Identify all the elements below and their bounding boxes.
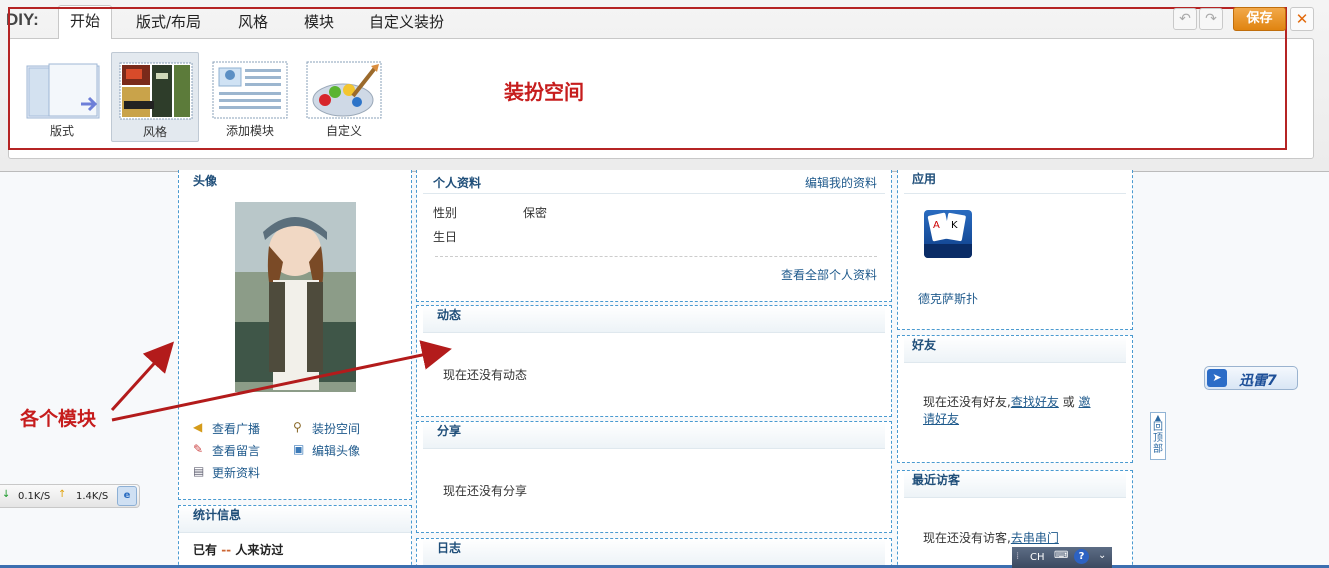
view-broadcast-link[interactable]: 查看广播 [212, 420, 260, 437]
paint-palette-icon [305, 60, 383, 120]
undo-button[interactable]: ↶ [1173, 8, 1197, 30]
edit-avatar-link[interactable]: 编辑头像 [312, 442, 360, 459]
module-title: 好友 [904, 336, 1126, 363]
thunder-bird-icon: ➤ [1207, 369, 1227, 387]
poker-app-link[interactable]: 德克萨斯扑 [918, 290, 978, 307]
tool-add-module[interactable]: 添加模块 [206, 52, 294, 142]
module-title: 动态 [423, 306, 885, 333]
svg-text:A: A [933, 220, 940, 231]
ime-language: CH [1030, 552, 1045, 563]
friends-empty: 现在还没有好友,查找好友 或 邀 请好友 [923, 394, 1123, 428]
back-top-char: 部 [1153, 444, 1163, 455]
tool-label: 自定义 [325, 124, 362, 138]
gender-label: 性别 [433, 206, 458, 220]
tool-label: 版式 [49, 124, 74, 138]
edit-profile-link[interactable]: 编辑我的资料 [805, 174, 877, 191]
view-messages-link[interactable]: 查看留言 [212, 442, 260, 459]
view-all-profile-link[interactable]: 查看全部个人资料 [781, 266, 877, 283]
svg-text:K: K [951, 220, 958, 231]
back-top-char: 顶 [1153, 433, 1163, 444]
module-title: 分享 [423, 422, 885, 449]
invite-friends-link-cont[interactable]: 请好友 [923, 412, 959, 426]
visit-around-link[interactable]: 去串串门 [1011, 531, 1059, 545]
avatar-module: 头像 ◀ 查看广播 ⚲ 装扮空间 ✎ 查看留言 ▣ 编辑头像 ▤ 更新资料 [178, 170, 412, 500]
decorate-space-link[interactable]: 装扮空间 [312, 420, 360, 437]
birthday-label: 生日 [433, 230, 458, 244]
divider [435, 256, 877, 257]
tool-style[interactable]: 风格 [111, 52, 199, 142]
blog-module: 日志 [416, 538, 892, 568]
visitors-empty: 现在还没有访客,去串串门 [923, 529, 1059, 546]
up-arrow-icon: ▲ [1154, 413, 1162, 422]
megaphone-icon: ◀ [193, 420, 203, 434]
options-icon: ⌄ [1098, 550, 1107, 561]
tool-label: 添加模块 [225, 124, 274, 138]
grip-icon: ⁞ [1016, 551, 1020, 562]
module-title: 最近访客 [904, 471, 1126, 498]
share-module: 分享 现在还没有分享 [416, 421, 892, 533]
modules-annotation: 各个模块 [20, 408, 97, 430]
redo-button[interactable]: ↷ [1199, 8, 1223, 30]
gender-value: 保密 [523, 206, 548, 220]
or-text: 或 [1062, 395, 1075, 409]
upload-arrow-icon: ↑ [58, 489, 67, 500]
visitors-empty-text: 现在还没有访客, [923, 531, 1011, 545]
module-title: 统计信息 [179, 506, 411, 533]
tool-layout[interactable]: 版式 [18, 52, 106, 142]
add-module-icon [211, 60, 289, 120]
visit-prefix: 已有 [193, 543, 218, 557]
tab-custom[interactable]: 自定义装扮 [369, 11, 444, 32]
invite-friends-link[interactable]: 邀 [1079, 395, 1091, 409]
tab-modules[interactable]: 模块 [304, 11, 334, 32]
avatar-links: ◀ 查看广播 ⚲ 装扮空间 ✎ 查看留言 ▣ 编辑头像 ▤ 更新资料 [193, 420, 403, 486]
avatar[interactable] [235, 202, 356, 412]
diy-label: DIY: [6, 10, 39, 29]
ie-icon: e [117, 486, 137, 506]
stats-module: 统计信息 已有 -- 人来访过 [178, 505, 412, 568]
save-button[interactable]: 保存 [1233, 7, 1286, 31]
decorate-space-annotation: 装扮空间 [504, 80, 584, 104]
feed-empty-text: 现在还没有动态 [443, 368, 528, 382]
module-title: 头像 [179, 170, 411, 192]
visit-stats: 已有 -- 人来访过 [179, 533, 411, 558]
tab-layout[interactable]: 版式/布局 [136, 11, 201, 32]
tool-panel [8, 38, 1314, 159]
update-profile-link[interactable]: 更新资料 [212, 464, 260, 481]
apps-module: 应用 A K 德克萨斯扑 [897, 170, 1133, 330]
friends-empty-text: 现在还没有好友, [923, 395, 1011, 409]
layout-icon [23, 60, 101, 120]
tab-style[interactable]: 风格 [238, 11, 268, 32]
thunder-label: 迅雷7 [1239, 373, 1277, 389]
ime-toolbar[interactable]: ⁞ CH ⌨ ? ⌄ [1012, 547, 1112, 568]
module-title: 日志 [423, 539, 885, 566]
tool-customize[interactable]: 自定义 [300, 52, 388, 142]
visit-count: -- [221, 543, 232, 557]
help-icon: ? [1074, 549, 1089, 564]
back-to-top-button[interactable]: ▲ 回 顶 部 [1150, 412, 1166, 460]
upload-speed: 1.4K/S [76, 491, 109, 502]
back-top-char: 回 [1153, 422, 1163, 433]
module-title: 个人资料 [433, 176, 482, 190]
download-speed: 0.1K/S [18, 491, 51, 502]
profile-card-icon: ▤ [193, 464, 205, 478]
download-arrow-icon: ↓ [2, 489, 11, 500]
friends-module: 好友 现在还没有好友,查找好友 或 邀 请好友 [897, 335, 1133, 463]
style-icon [116, 61, 194, 121]
share-empty-text: 现在还没有分享 [443, 484, 528, 498]
tab-start[interactable]: 开始 [58, 5, 112, 39]
close-button[interactable]: ✕ [1290, 7, 1314, 31]
wand-icon: ⚲ [293, 420, 302, 434]
pencil-icon: ✎ [193, 442, 204, 456]
find-friends-link[interactable]: 查找好友 [1011, 395, 1059, 409]
thunder-widget[interactable]: ➤ 迅雷7 [1204, 366, 1298, 390]
tool-label: 风格 [142, 125, 167, 139]
visit-suffix: 人来访过 [235, 543, 284, 557]
keyboard-icon: ⌨ [1054, 550, 1069, 561]
network-speed-widget[interactable]: ↓ 0.1K/S ↑ 1.4K/S e [0, 484, 140, 508]
feed-module: 动态 现在还没有动态 [416, 305, 892, 417]
module-title: 应用 [904, 170, 1126, 194]
poker-app-icon[interactable]: A K [924, 210, 972, 258]
profile-module: 个人资料 编辑我的资料 性别 保密 生日 查看全部个人资料 [416, 170, 892, 302]
image-icon: ▣ [293, 442, 305, 456]
